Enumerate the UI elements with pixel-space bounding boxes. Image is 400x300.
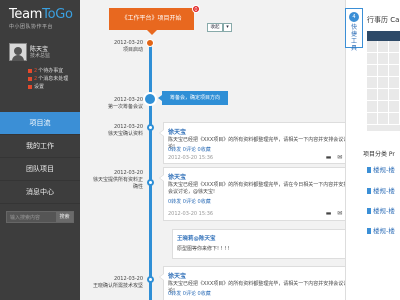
card-author[interactable]: 徐天宝 xyxy=(168,172,186,181)
card-links[interactable]: 0转发 0评论 0收藏 xyxy=(168,198,211,205)
timeline-node-milestone[interactable] xyxy=(143,92,157,106)
quick-tools-tab[interactable]: 4 快捷工具 xyxy=(345,8,363,52)
calendar-grid[interactable] xyxy=(367,31,400,131)
quick-tools-badge: 4 xyxy=(349,12,359,22)
timeline-node[interactable] xyxy=(147,276,154,283)
milestone-callout[interactable]: 筹备会，确定项目方向 xyxy=(158,91,228,105)
timeline-date: 2012-03-20 王晓确认所需技术攻坚 xyxy=(93,276,144,289)
category-icon xyxy=(367,208,371,214)
quick-tools-label: 快捷工具 xyxy=(351,24,358,52)
card-author[interactable]: 徐天宝 xyxy=(168,127,186,136)
callout-pointer xyxy=(158,95,162,101)
calendar-row xyxy=(367,53,400,65)
search-placeholder: 输入搜索内容 xyxy=(10,215,41,221)
category-title: 项目分类 Pr xyxy=(363,151,395,158)
message-link[interactable]: 2 个消息未处理 xyxy=(28,75,68,83)
nav-item-message-center[interactable]: 消息中心 xyxy=(0,181,80,204)
timeline-date: 2012-03-20 徐天宝提供所有资料正确性 xyxy=(93,170,144,190)
search-button[interactable]: 搜索 xyxy=(56,212,73,222)
card-links[interactable]: 0转发 0评论 0收藏 xyxy=(168,290,211,297)
timeline-date: 2012-03-20 徐天宝确认资料 xyxy=(107,124,143,137)
feed-card: 徐天宝 陈天宝已经把《XXX项目》的所有资料都整理完毕，请相关一下内容并安排会议… xyxy=(159,266,360,300)
category-icon xyxy=(367,228,371,234)
feed-card: 徐天宝 陈天宝已经把《XXX项目》的所有资料都整理完毕，请相关一下内容并安排会议… xyxy=(159,122,360,164)
calendar-row xyxy=(367,113,400,125)
user-role: 技术总监 xyxy=(30,53,51,59)
reply-author[interactable]: 王晓莉@陈天宝 xyxy=(177,234,216,242)
main-nav: 项目流 我的工作 团队项目 消息中心 xyxy=(0,112,80,204)
timeline-date: 2012-03-20 第一次筹备会议 xyxy=(107,97,143,110)
calendar-row xyxy=(367,77,400,89)
logo[interactable]: TeamToGo 中小团队协作平台 xyxy=(9,8,73,34)
card-pointer-inner xyxy=(160,130,164,136)
user-stats: 2 个待办事宜 2 个消息未处理 设置 xyxy=(28,67,68,91)
card-author[interactable]: 徐天宝 xyxy=(168,271,186,280)
todo-icon xyxy=(28,69,32,73)
settings-icon xyxy=(28,85,32,89)
timeline-node-start xyxy=(146,39,154,47)
category-item[interactable]: 楼规-楼 xyxy=(367,185,395,195)
card-timestamp: 2012-03-20 15:36 xyxy=(168,155,214,161)
avatar[interactable] xyxy=(9,43,27,61)
category-icon xyxy=(367,167,371,173)
reply-body: 原型图等你来修下! ! ! ! xyxy=(177,246,230,252)
nav-item-my-work[interactable]: 我的工作 xyxy=(0,135,80,158)
card-links[interactable]: 0转发 0评论 0收藏 xyxy=(168,146,211,153)
timeline-node[interactable] xyxy=(147,179,154,186)
card-timestamp: 2012-03-20 15:36 xyxy=(168,211,214,217)
calendar-row xyxy=(367,41,400,53)
logo-tagline: 中小团队协作平台 xyxy=(9,24,54,30)
notification-badge: 0 xyxy=(192,5,200,13)
collapse-toggle[interactable]: ▾ xyxy=(223,23,232,32)
nav-item-project-stream[interactable]: 项目流 xyxy=(0,112,80,135)
timeline-date: 2012-03-20 项目启动 xyxy=(113,40,143,53)
calendar-title: 行事历 Cale xyxy=(367,16,400,24)
calendar-row xyxy=(367,101,400,113)
search-input[interactable]: 输入搜索内容 搜索 xyxy=(6,211,74,223)
calendar-row xyxy=(367,65,400,77)
sidebar: TeamToGo 中小团队协作平台 陈天宝 技术总监 2 个待办事宜 2 个消息未处… xyxy=(0,0,80,300)
timeline-line xyxy=(149,42,152,300)
logo-text: TeamToGo xyxy=(9,7,73,22)
card-body: 陈天宝已经把《XXX项目》的所有资料都整理完毕，请在今日相关一下内容并安排会议讨… xyxy=(168,182,349,195)
timeline-node[interactable] xyxy=(147,124,154,131)
settings-link[interactable]: 设置 xyxy=(28,83,68,91)
card-pointer-inner xyxy=(160,274,164,280)
banner-pointer xyxy=(147,30,157,35)
nav-item-team-projects[interactable]: 团队项目 xyxy=(0,158,80,181)
collapse-button[interactable]: 收起 xyxy=(207,23,223,32)
reply-card: 王晓莉@陈天宝 原型图等你来修下! ! ! ! xyxy=(172,229,360,259)
category-item[interactable]: 楼规-楼 xyxy=(367,205,395,215)
category-icon xyxy=(367,188,371,194)
category-item[interactable]: 楼规-楼 xyxy=(367,164,395,174)
category-item[interactable]: 楼规-楼 xyxy=(367,225,395,235)
todo-link[interactable]: 2 个待办事宜 xyxy=(28,67,68,75)
feed-card: 徐天宝 陈天宝已经把《XXX项目》的所有资料都整理完毕，请在今日相关一下内容并安… xyxy=(159,167,360,221)
card-pointer-inner xyxy=(160,175,164,181)
project-start-banner[interactable]: 《工作平台》项目开始 xyxy=(109,8,194,35)
calendar-header xyxy=(367,31,400,41)
calendar-row xyxy=(367,89,400,101)
message-icon xyxy=(28,77,32,81)
